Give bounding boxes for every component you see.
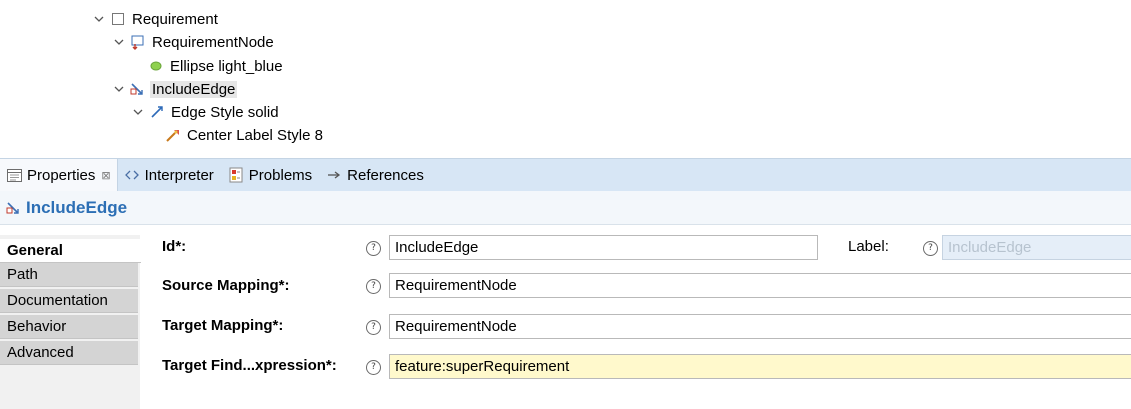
- tree-item-label: Requirement: [132, 10, 218, 28]
- id-field[interactable]: [389, 235, 818, 260]
- tree-item-label: Ellipse light_blue: [170, 57, 283, 75]
- problems-icon: [228, 167, 244, 183]
- side-tab-general[interactable]: General: [0, 239, 141, 263]
- edge-mapping-icon: [130, 81, 146, 97]
- tree-item-requirement[interactable]: Requirement: [92, 8, 220, 30]
- source-mapping-label: Source Mapping*:: [162, 277, 290, 294]
- close-icon[interactable]: ⊠: [101, 169, 110, 182]
- target-mapping-field[interactable]: [389, 314, 1131, 339]
- tree-item-label: Edge Style solid: [171, 103, 279, 121]
- id-label: Id*:: [162, 238, 187, 255]
- help-icon[interactable]: ?: [366, 279, 381, 294]
- ellipse-icon: [148, 58, 164, 74]
- tree-item-label: Center Label Style 8: [187, 126, 323, 144]
- tab-problems[interactable]: Problems: [218, 159, 316, 191]
- tab-interpreter[interactable]: Interpreter: [118, 159, 218, 191]
- help-icon[interactable]: ?: [366, 360, 381, 375]
- references-icon: [326, 167, 342, 183]
- mapping-tree: Requirement RequirementNode Ellipse ligh…: [0, 0, 1131, 150]
- help-icon[interactable]: ?: [366, 241, 381, 256]
- label-style-icon: [165, 127, 181, 143]
- edge-mapping-icon: [6, 200, 22, 216]
- side-tab-path[interactable]: Path: [0, 263, 138, 287]
- tree-item-edge-style[interactable]: Edge Style solid: [131, 101, 281, 123]
- properties-header: IncludeEdge: [0, 191, 1131, 225]
- help-icon[interactable]: ?: [366, 320, 381, 335]
- label-field[interactable]: [942, 235, 1131, 260]
- tab-properties[interactable]: Properties ⊠: [0, 159, 118, 191]
- target-finder-expression-label: Target Find...xpression*:: [162, 357, 337, 374]
- help-icon[interactable]: ?: [923, 241, 938, 256]
- edge-style-icon: [149, 104, 165, 120]
- node-mapping-icon: [130, 34, 146, 50]
- tree-item-requirementnode[interactable]: RequirementNode: [112, 31, 276, 53]
- tree-item-label: RequirementNode: [152, 33, 274, 51]
- chevron-down-icon[interactable]: [131, 109, 145, 116]
- target-finder-expression-field[interactable]: [389, 354, 1131, 379]
- properties-icon: [6, 167, 22, 183]
- tab-label: Interpreter: [144, 166, 214, 184]
- side-tab-documentation[interactable]: Documentation: [0, 289, 138, 313]
- tree-item-ellipse[interactable]: Ellipse light_blue: [148, 55, 285, 77]
- label-label: Label:: [848, 238, 889, 255]
- document-icon: [110, 11, 126, 27]
- chevron-down-icon[interactable]: [92, 16, 106, 23]
- tab-label: Problems: [248, 166, 313, 184]
- tree-item-label: IncludeEdge: [150, 80, 238, 98]
- view-tab-bar: Properties ⊠ Interpreter Problems Refere…: [0, 158, 1131, 192]
- chevron-down-icon[interactable]: [112, 39, 126, 46]
- side-tab-advanced[interactable]: Advanced: [0, 341, 138, 365]
- target-mapping-label: Target Mapping*:: [162, 317, 284, 334]
- property-side-tabs: General Path Documentation Behavior Adva…: [0, 235, 141, 409]
- page-title: IncludeEdge: [26, 197, 128, 217]
- tab-label: References: [347, 166, 424, 184]
- tree-item-center-label-style[interactable]: Center Label Style 8: [165, 124, 325, 146]
- chevron-down-icon[interactable]: [112, 86, 126, 93]
- tab-label: Properties: [27, 166, 96, 184]
- tab-references[interactable]: References: [316, 159, 428, 191]
- interpreter-icon: [124, 167, 140, 183]
- tree-item-includeedge[interactable]: IncludeEdge: [112, 78, 238, 100]
- source-mapping-field[interactable]: [389, 273, 1131, 298]
- side-tab-behavior[interactable]: Behavior: [0, 315, 138, 339]
